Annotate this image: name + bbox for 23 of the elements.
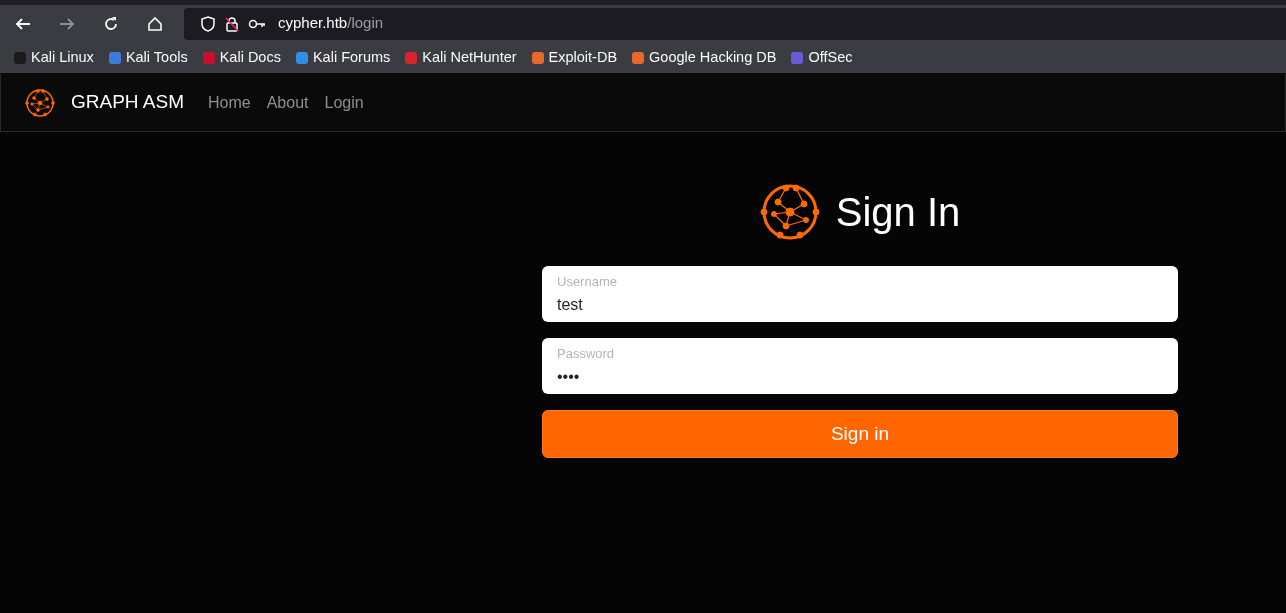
graph-logo-icon [759,182,820,242]
reload-icon[interactable] [102,14,120,33]
bookmark-link[interactable]: Kali Forums [289,46,396,69]
brand-name[interactable]: GRAPH ASM [71,88,184,117]
bookmark-link[interactable]: Exploit-DB [525,46,623,69]
field-label: Password [557,347,615,362]
bookmark-link[interactable]: Kali Linux [8,46,99,69]
bookmark-link[interactable]: Kali Docs [196,46,286,69]
nav-link[interactable]: Login [324,90,364,115]
nav-link[interactable]: Home [208,90,251,115]
graph-logo-icon [25,87,55,118]
home-icon[interactable] [146,14,164,33]
sign-in-heading: Sign In [835,189,961,236]
bookmark-link[interactable]: Kali NetHunter [399,46,522,69]
nav-link[interactable]: About [266,90,309,115]
bookmark-link[interactable]: Google Hacking DB [626,46,782,69]
field-label: Username [557,275,617,290]
padlock-icon [224,15,240,32]
bookmark-link[interactable]: Kali Tools [102,46,193,69]
url-text: cypher.htb/login [278,13,384,34]
shield-icon [200,15,216,32]
bookmark-link[interactable]: OffSec [785,46,858,69]
address-bar[interactable]: cypher.htb/login [184,7,1286,40]
